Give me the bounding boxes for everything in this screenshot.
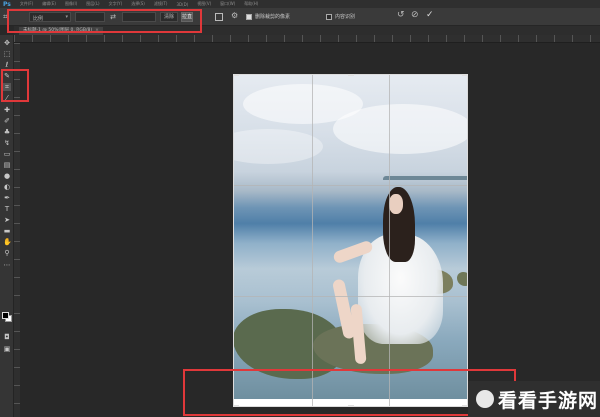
crop-grid-line	[389, 75, 391, 406]
zoom-tool-icon[interactable]: ⚲	[3, 249, 11, 257]
menu-bar: Ps 文件(F) 编辑(E) 图像(I) 图层(L) 文字(Y) 选择(S) 滤…	[0, 0, 600, 8]
horizontal-ruler	[14, 35, 600, 43]
crop-grid-line	[311, 75, 313, 406]
shape-tool-icon[interactable]: ▬	[3, 227, 11, 235]
menu-select[interactable]: 选择(S)	[131, 1, 145, 7]
lasso-tool-icon[interactable]: ℓ	[3, 61, 11, 69]
menu-help[interactable]: 帮助(H)	[244, 1, 258, 7]
move-tool-icon[interactable]: ✥	[3, 39, 11, 47]
photoshop-window: Ps 文件(F) 编辑(E) 图像(I) 图层(L) 文字(Y) 选择(S) 滤…	[0, 0, 600, 417]
crop-grid-line	[234, 185, 467, 187]
hand-tool-icon[interactable]: ✋	[3, 238, 12, 246]
screen-mode-icon[interactable]: ▣	[3, 345, 11, 353]
crop-handle-top[interactable]	[348, 74, 354, 76]
app-logo: Ps	[3, 0, 11, 8]
crop-grid-line	[234, 295, 467, 297]
eraser-tool-icon[interactable]: ▭	[3, 150, 11, 158]
history-brush-tool-icon[interactable]: ↯	[3, 139, 11, 147]
menu-layer[interactable]: 图层(L)	[86, 1, 99, 7]
watermark: 看看手游网	[468, 381, 600, 417]
menu-image[interactable]: 图像(I)	[65, 1, 77, 7]
marquee-tool-icon[interactable]: ⬚	[3, 50, 11, 58]
path-select-tool-icon[interactable]: ➤	[3, 216, 11, 224]
menu-edit[interactable]: 编辑(E)	[42, 1, 56, 7]
dodge-tool-icon[interactable]: ◐	[3, 183, 11, 191]
menu-3d[interactable]: 3D(D)	[176, 2, 188, 7]
crop-handle-top-left[interactable]	[233, 74, 239, 76]
menu-type[interactable]: 文字(Y)	[109, 1, 123, 7]
menu-window[interactable]: 窗口(W)	[220, 1, 235, 7]
delete-cropped-pixels-label: 删除裁剪的像素	[255, 14, 291, 20]
clone-stamp-tool-icon[interactable]: ♣	[3, 128, 11, 136]
healing-brush-tool-icon[interactable]: ✚	[3, 106, 11, 114]
pen-tool-icon[interactable]: ✒	[3, 194, 11, 202]
gradient-tool-icon[interactable]: ▤	[3, 161, 11, 169]
menu-filter[interactable]: 滤镜(T)	[154, 1, 168, 7]
watermark-logo-icon	[476, 390, 494, 408]
type-tool-icon[interactable]: T	[3, 205, 11, 213]
content-aware-checkbox[interactable]	[326, 14, 332, 20]
more-tools-icon[interactable]: ⋯	[3, 261, 11, 269]
crop-handle-top-right[interactable]	[462, 74, 468, 76]
reset-icon[interactable]: ↺	[397, 10, 405, 20]
commit-check-icon[interactable]: ✓	[426, 10, 434, 20]
highlight-options-box	[7, 9, 202, 33]
brush-tool-icon[interactable]: ✐	[3, 117, 11, 125]
quick-mask-icon[interactable]: ◘	[3, 333, 11, 341]
foreground-color-swatch[interactable]	[2, 312, 9, 319]
delete-cropped-pixels-checkbox[interactable]	[246, 14, 252, 20]
cancel-icon[interactable]: ⊘	[411, 10, 419, 20]
overlay-grid-icon[interactable]	[215, 13, 223, 21]
canvas-area[interactable]	[20, 43, 600, 417]
content-aware-label: 内容识别	[335, 14, 356, 20]
crop-box[interactable]	[233, 74, 468, 407]
blur-tool-icon[interactable]: ●	[3, 172, 11, 180]
watermark-text: 看看手游网	[498, 389, 599, 412]
gear-icon[interactable]: ⚙	[231, 11, 238, 20]
highlight-crop-tool-box	[1, 69, 29, 102]
highlight-extension-box	[183, 369, 516, 416]
menu-view[interactable]: 视图(V)	[197, 1, 211, 7]
menu-file[interactable]: 文件(F)	[20, 1, 33, 7]
